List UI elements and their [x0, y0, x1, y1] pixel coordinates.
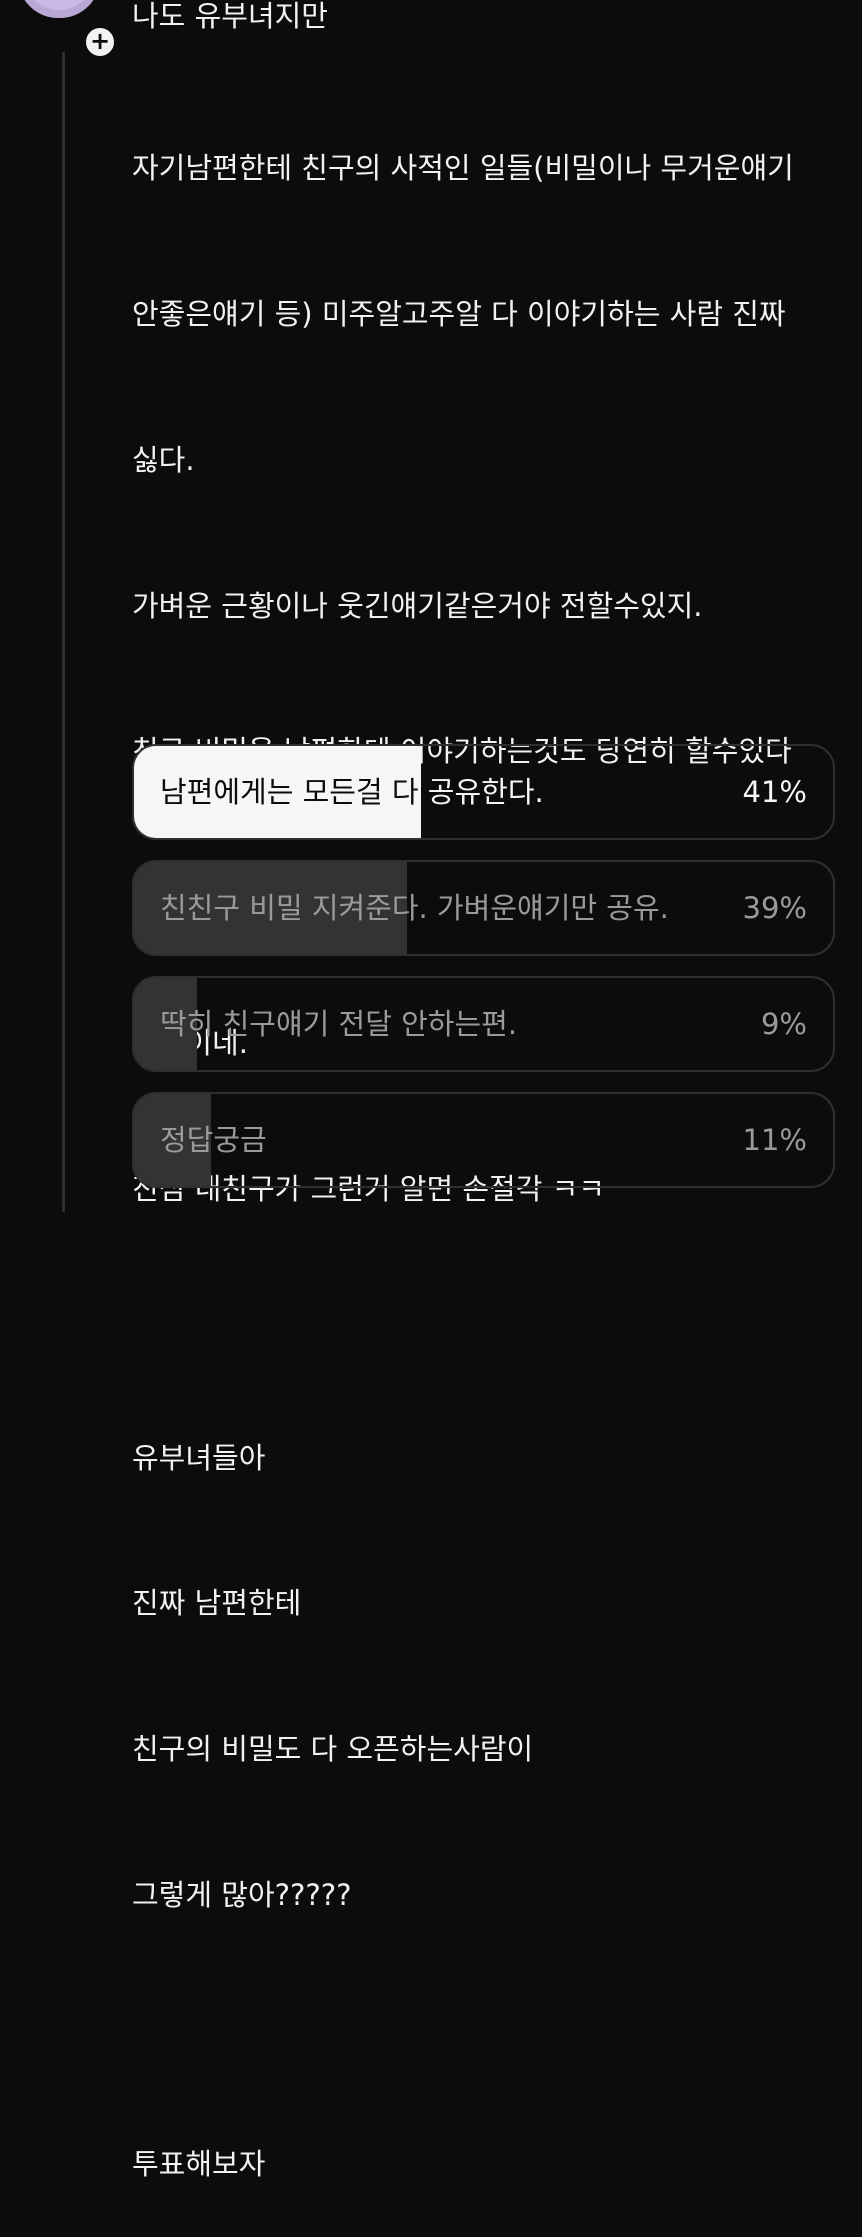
poll-option-label-on-fill: 남편에게는 모든걸 다 [160, 775, 428, 809]
poll-option-label: 정답궁금 [160, 1123, 267, 1157]
post-line: 진짜 남편한테 [132, 1586, 302, 1621]
poll-option-percent: 11% [742, 1123, 807, 1157]
poll-option[interactable]: 정답궁금 11% [132, 1092, 835, 1188]
avatar-face [24, 0, 94, 10]
post-line: 그렇게 많아????? [132, 1877, 352, 1912]
post-line: 투표해보자 [132, 2146, 266, 2181]
thread-line [62, 52, 65, 1212]
poll-option-percent: 39% [742, 891, 807, 925]
post-line: 자기남편한테 친구의 사적인 일들(비밀이나 무거운얘기 [132, 151, 794, 186]
post-line-blank [132, 2017, 842, 2043]
poll: 남편에게는 모든걸 다 공유한다. 41% 친친구 비밀 지켜준다. 가벼운얘기… [132, 744, 835, 1208]
poll-option-label-off-fill: 공유한다. [427, 775, 544, 809]
post-line: 유부녀들아 [132, 1440, 266, 1475]
post-line: 친구의 비밀도 다 오픈하는사람이 [132, 1732, 534, 1767]
poll-option-label: 딱히 친구얘기 전달 안하는편. [160, 1007, 518, 1041]
poll-option-percent: 41% [742, 775, 807, 809]
post-line: 가벼운 근황이나 웃긴얘기같은거야 전할수있지. [132, 588, 703, 623]
plus-icon[interactable]: + [83, 25, 117, 59]
post-line-blank [132, 1310, 842, 1336]
poll-option[interactable]: 친친구 비밀 지켜준다. 가벼운얘기만 공유. 39% [132, 860, 835, 956]
post-line: 안좋은얘기 등) 미주알고주알 다 이야기하는 사람 진짜 [132, 296, 786, 331]
post-header: 나도 유부녀지만 [132, 0, 328, 33]
poll-option[interactable]: 남편에게는 모든걸 다 공유한다. 41% [132, 744, 835, 840]
poll-option-label: 친친구 비밀 지켜준다. 가벼운얘기만 공유. [160, 891, 669, 925]
poll-option-label: 남편에게는 모든걸 다 공유한다. [160, 746, 544, 838]
post-line: 싫다. [132, 442, 195, 477]
poll-option[interactable]: 딱히 친구얘기 전달 안하는편. 9% [132, 976, 835, 1072]
poll-option-percent: 9% [760, 1007, 807, 1041]
avatar[interactable] [18, 0, 100, 18]
